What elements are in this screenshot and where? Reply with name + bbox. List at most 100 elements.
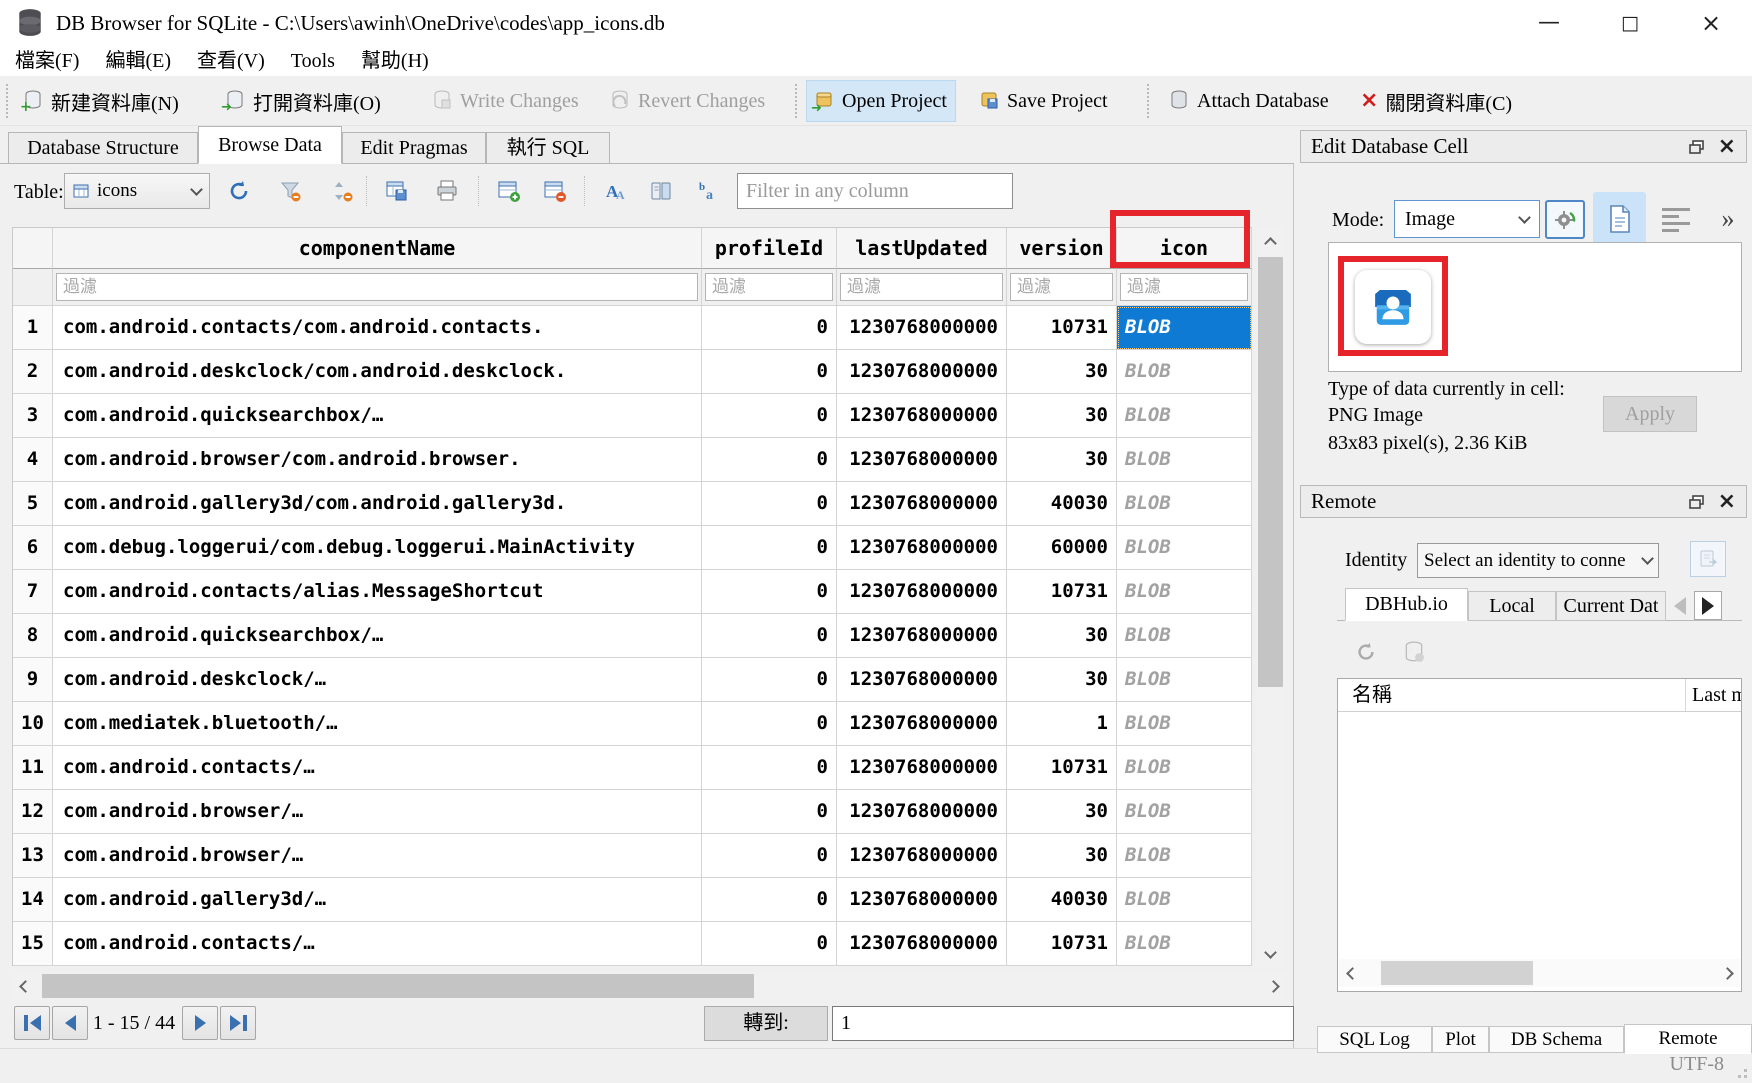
encoding-book-button[interactable] [646,176,676,206]
cell-version[interactable]: 30 [1007,790,1117,834]
apply-button[interactable]: Apply [1603,396,1697,432]
open-database-button[interactable]: ➜ 打開資料庫(O) [218,80,389,122]
tab-browse-data[interactable]: Browse Data [198,126,342,164]
save-results-button[interactable] [382,176,412,206]
row-number[interactable]: 6 [13,526,53,570]
cell-profileid[interactable]: 0 [702,350,837,394]
cell-lastupdated[interactable]: 1230768000000 [837,482,1007,526]
tab-current-database[interactable]: Current Dat [1556,591,1666,621]
cell-version[interactable]: 10731 [1007,570,1117,614]
cell-profileid[interactable]: 0 [702,306,837,350]
cell-version[interactable]: 40030 [1007,878,1117,922]
vertical-scrollbar-thumb[interactable] [1258,257,1283,687]
cell-version[interactable]: 10731 [1007,746,1117,790]
import-certificate-button[interactable] [1690,541,1726,577]
remote-column-name[interactable]: 名稱 [1338,679,1686,711]
horizontal-scrollbar[interactable] [12,972,1286,1000]
filter-input-profileid[interactable]: 過濾 [705,273,833,301]
filter-input-lastupdated[interactable]: 過濾 [840,273,1003,301]
table-row[interactable]: 15 com.android.contacts/… 0 123076800000… [13,922,1252,966]
cell-profileid[interactable]: 0 [702,482,837,526]
float-panel-icon[interactable] [1689,140,1704,154]
table-row[interactable]: 1 com.android.contacts/com.android.conta… [13,306,1252,350]
cell-lastupdated[interactable]: 1230768000000 [837,570,1007,614]
table-row[interactable]: 12 com.android.browser/… 0 1230768000000… [13,790,1252,834]
scroll-right-button[interactable] [1714,959,1740,987]
close-database-button[interactable]: × 關閉資料庫(C) [1352,80,1520,122]
menu-item[interactable]: 檔案(F) [2,46,92,76]
cell-version[interactable]: 1 [1007,702,1117,746]
sort-az-button[interactable]: ba [694,176,724,206]
close-panel-icon[interactable]: × [1718,492,1736,512]
cell-icon-blob[interactable]: BLOB [1117,438,1252,482]
text-mode-button[interactable] [1593,192,1646,245]
filter-any-column-input[interactable] [737,173,1013,209]
cell-profileid[interactable]: 0 [702,922,837,966]
remote-database-list[interactable]: 名稱 Last m [1337,678,1742,992]
row-number[interactable]: 15 [13,922,53,966]
cell-componentname[interactable]: com.android.browser/com.android.browser. [53,438,702,482]
cell-lastupdated[interactable]: 1230768000000 [837,438,1007,482]
cell-componentname[interactable]: com.android.quicksearchbox/… [53,614,702,658]
scroll-left-button[interactable] [1339,959,1365,987]
remote-upload-database-button[interactable] [1400,638,1428,666]
dock-tab-plot[interactable]: Plot [1432,1026,1489,1053]
cell-version[interactable]: 30 [1007,394,1117,438]
tab-dbhub[interactable]: DBHub.io [1345,588,1468,621]
open-project-button[interactable]: ➜ Open Project [806,80,956,122]
menu-item[interactable]: 編輯(E) [92,46,184,76]
attach-database-button[interactable]: Attach Database [1162,80,1337,122]
cell-icon-blob[interactable]: BLOB [1117,482,1252,526]
vertical-scrollbar[interactable] [1256,227,1285,968]
identity-combobox[interactable]: Select an identity to conne [1417,543,1659,578]
cell-version[interactable]: 30 [1007,658,1117,702]
revert-changes-button[interactable]: Revert Changes [603,80,773,122]
cell-lastupdated[interactable]: 1230768000000 [837,394,1007,438]
cell-icon-blob[interactable]: BLOB [1117,658,1252,702]
new-database-button[interactable]: + 新建資料庫(N) [16,80,187,122]
table-row[interactable]: 9 com.android.deskclock/… 0 123076800000… [13,658,1252,702]
tab-database-structure[interactable]: Database Structure [8,132,198,164]
table-row[interactable]: 10 com.mediatek.bluetooth/… 0 1230768000… [13,702,1252,746]
cell-componentname[interactable]: com.mediatek.bluetooth/… [53,702,702,746]
cell-componentname[interactable]: com.android.gallery3d/com.android.galler… [53,482,702,526]
table-row[interactable]: 13 com.android.browser/… 0 1230768000000… [13,834,1252,878]
float-panel-icon[interactable] [1689,495,1704,509]
table-row[interactable]: 2 com.android.deskclock/com.android.desk… [13,350,1252,394]
table-row[interactable]: 6 com.debug.loggerui/com.debug.loggerui.… [13,526,1252,570]
cell-icon-blob[interactable]: BLOB [1117,746,1252,790]
cell-profileid[interactable]: 0 [702,658,837,702]
scroll-up-button[interactable] [1256,227,1285,255]
previous-page-button[interactable] [52,1006,88,1040]
column-header-profileid[interactable]: profileId [702,228,837,269]
first-page-button[interactable] [14,1006,50,1040]
dock-tab-remote[interactable]: Remote [1624,1024,1752,1054]
row-number[interactable]: 10 [13,702,53,746]
cell-icon-blob[interactable]: BLOB [1117,350,1252,394]
table-row[interactable]: 4 com.android.browser/com.android.browse… [13,438,1252,482]
cell-componentname[interactable]: com.android.contacts/alias.MessageShortc… [53,570,702,614]
cell-version[interactable]: 10731 [1007,306,1117,350]
column-header-lastupdated[interactable]: lastUpdated [837,228,1007,269]
cell-version[interactable]: 60000 [1007,526,1117,570]
column-header-version[interactable]: version [1007,228,1117,269]
cell-icon-blob[interactable]: BLOB [1117,614,1252,658]
row-number[interactable]: 11 [13,746,53,790]
row-number[interactable]: 12 [13,790,53,834]
cell-profileid[interactable]: 0 [702,394,837,438]
cell-componentname[interactable]: com.debug.loggerui/com.debug.loggerui.Ma… [53,526,702,570]
row-number[interactable]: 7 [13,570,53,614]
table-row[interactable]: 11 com.android.contacts/… 0 123076800000… [13,746,1252,790]
cell-icon-blob[interactable]: BLOB [1117,394,1252,438]
menu-item[interactable]: 查看(V) [184,46,278,76]
cell-profileid[interactable]: 0 [702,790,837,834]
toolbar-overflow-chevron[interactable]: » [1712,200,1744,238]
cell-lastupdated[interactable]: 1230768000000 [837,526,1007,570]
cell-icon-blob[interactable]: BLOB [1117,306,1252,350]
cell-componentname[interactable]: com.android.browser/… [53,790,702,834]
row-number[interactable]: 3 [13,394,53,438]
filter-input-icon[interactable]: 過濾 [1120,273,1248,301]
row-number[interactable]: 1 [13,306,53,350]
cell-version[interactable]: 30 [1007,614,1117,658]
row-number[interactable]: 2 [13,350,53,394]
